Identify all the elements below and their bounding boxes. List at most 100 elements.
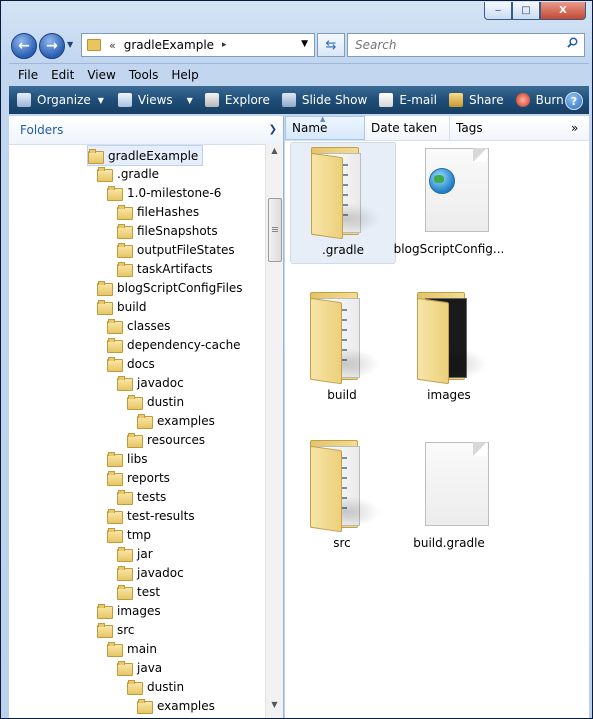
tree-item-label: jar xyxy=(137,546,153,561)
more-columns-button[interactable]: » xyxy=(565,116,589,140)
tree-item[interactable]: examples xyxy=(137,411,215,430)
tree-item[interactable]: tests xyxy=(117,487,166,506)
folder-icon xyxy=(137,414,153,429)
folder-icon xyxy=(117,243,133,258)
slideshow-button[interactable]: Slide Show xyxy=(281,93,367,107)
tree-item[interactable]: dustin xyxy=(127,677,184,696)
tree-item[interactable]: blogScriptConfigFiles xyxy=(97,278,243,297)
scroll-down-icon[interactable]: ▼ xyxy=(266,700,283,716)
tree-item[interactable]: tmp xyxy=(107,525,151,544)
folder-icon xyxy=(117,205,133,220)
column-headers: ▲ Name Date taken Tags » xyxy=(285,115,589,141)
tree-item[interactable]: java xyxy=(117,658,162,677)
file-item[interactable]: src xyxy=(290,436,394,556)
menu-view[interactable]: View xyxy=(87,68,115,82)
tree-item-label: images xyxy=(117,603,161,618)
folders-header[interactable]: Folders ❯ xyxy=(9,116,283,145)
chevron-down-icon[interactable]: ❯ xyxy=(269,124,277,135)
email-button[interactable]: E-mail xyxy=(379,93,437,107)
explorer-window: ‒ □ X ← → ▼ « gradleExample ▸ ▼ ⇆ File E… xyxy=(0,0,593,719)
tree-item-label: examples xyxy=(157,698,215,713)
folder-icon xyxy=(88,149,104,164)
tree-item[interactable]: build xyxy=(97,297,147,316)
file-item[interactable]: build.gradle xyxy=(397,436,501,556)
tree-item[interactable]: javadoc xyxy=(117,373,184,392)
minimize-button[interactable]: ‒ xyxy=(484,2,512,20)
file-list-pane: ▲ Name Date taken Tags » .gradle blogScri… xyxy=(285,115,589,718)
tree-item[interactable]: fileHashes xyxy=(117,202,199,221)
menu-help[interactable]: Help xyxy=(171,68,198,82)
column-date-label: Date taken xyxy=(371,121,438,135)
tree-item-label: fileSnapshots xyxy=(137,223,218,238)
scroll-up-icon[interactable]: ▲ xyxy=(266,146,283,162)
folder-icon xyxy=(127,433,143,448)
views-button[interactable]: Views ▼ xyxy=(117,93,193,107)
menu-file[interactable]: File xyxy=(18,68,38,82)
file-item-label: build.gradle xyxy=(413,536,485,550)
tree-item-label: taskArtifacts xyxy=(137,261,213,276)
tree-item-label: tests xyxy=(137,489,167,504)
address-bar[interactable]: « gradleExample ▸ ▼ xyxy=(81,33,315,57)
tree-item[interactable]: javadoc xyxy=(117,563,184,582)
folder-icon xyxy=(137,699,153,714)
column-header-date-taken[interactable]: Date taken xyxy=(365,116,450,140)
organize-label: Organize xyxy=(37,93,91,107)
menu-edit[interactable]: Edit xyxy=(51,68,74,82)
refresh-button[interactable]: ⇆ xyxy=(317,33,345,57)
organize-button[interactable]: Organize ▼ xyxy=(17,93,104,107)
column-header-tags[interactable]: Tags xyxy=(450,116,550,140)
folder-icon xyxy=(107,509,123,524)
folder-icon xyxy=(117,547,133,562)
file-item[interactable]: images xyxy=(397,288,501,408)
folder-icon xyxy=(107,338,123,353)
search-icon[interactable] xyxy=(567,37,578,48)
close-button[interactable]: X xyxy=(540,2,586,20)
tree-item[interactable]: gradleExample xyxy=(87,145,204,166)
menu-tools[interactable]: Tools xyxy=(129,68,159,82)
breadcrumb-overflow-icon[interactable]: « xyxy=(109,39,116,52)
folders-scrollbar[interactable]: ▲ ▼ xyxy=(265,144,283,718)
file-item[interactable]: blogScriptConfig... xyxy=(394,142,504,262)
tree-item[interactable]: fileSnapshots xyxy=(117,221,218,240)
tree-item[interactable]: reports xyxy=(107,468,170,487)
tree-item[interactable]: .gradle xyxy=(97,164,159,183)
tree-item[interactable]: dependency-cache xyxy=(107,335,241,354)
tree-item[interactable]: test xyxy=(117,582,160,601)
tree-item-label: main xyxy=(127,641,157,656)
file-item[interactable]: .gradle xyxy=(290,142,396,264)
help-icon[interactable]: ? xyxy=(565,92,583,110)
tree-item[interactable]: 1.0-milestone-6 xyxy=(107,183,221,202)
tree-item[interactable]: test-results xyxy=(107,506,195,525)
tree-item[interactable]: classes xyxy=(107,316,170,335)
explore-button[interactable]: Explore xyxy=(204,93,270,107)
search-input[interactable] xyxy=(353,37,557,53)
tree-item[interactable]: taskArtifacts xyxy=(117,259,213,278)
column-header-name[interactable]: ▲ Name xyxy=(285,115,365,140)
recent-pages-dropdown-icon[interactable]: ▼ xyxy=(67,40,73,49)
breadcrumb-separator-icon[interactable]: ▸ xyxy=(222,40,227,50)
tree-item-label: java xyxy=(137,660,163,675)
email-label: E-mail xyxy=(399,93,437,107)
burn-button[interactable]: Burn xyxy=(515,93,564,107)
breadcrumb-path[interactable]: gradleExample xyxy=(124,38,214,52)
tree-item[interactable]: images xyxy=(97,601,161,620)
address-dropdown-icon[interactable]: ▼ xyxy=(301,39,308,49)
tree-item[interactable]: examples xyxy=(137,696,215,715)
forward-button[interactable]: → xyxy=(39,33,65,59)
maximize-button[interactable]: □ xyxy=(512,2,540,20)
tree-item-label: dustin xyxy=(147,679,185,694)
tree-item[interactable]: libs xyxy=(107,449,148,468)
tree-item[interactable]: src xyxy=(97,620,135,639)
tree-item[interactable]: resources xyxy=(127,430,205,449)
file-item[interactable]: build xyxy=(290,288,394,408)
tree-item[interactable]: outputFileStates xyxy=(117,240,235,259)
scroll-thumb[interactable] xyxy=(268,198,282,262)
folder-icon xyxy=(97,281,113,296)
back-button[interactable]: ← xyxy=(11,33,37,59)
tree-item[interactable]: docs xyxy=(107,354,155,373)
tree-item[interactable]: dustin xyxy=(127,392,184,411)
share-button[interactable]: Share xyxy=(448,93,504,107)
tree-item[interactable]: jar xyxy=(117,544,153,563)
slideshow-icon xyxy=(281,93,296,107)
tree-item[interactable]: main xyxy=(107,639,157,658)
